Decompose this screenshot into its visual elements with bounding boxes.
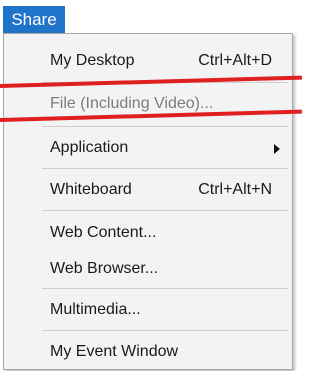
share-menu-button[interactable]: Share [3,6,65,33]
menu-item-whiteboard[interactable]: Whiteboard Ctrl+Alt+N [4,173,292,207]
menu-item-label: Web Content... [50,224,157,241]
menu-item-label: Multimedia... [50,301,141,318]
menu-item-label: Application [50,139,129,156]
menu-item-shortcut: Ctrl+Alt+D [198,52,272,69]
menu-item-label: Whiteboard [50,181,132,198]
menu-item-my-desktop[interactable]: My Desktop Ctrl+Alt+D [4,44,292,78]
menu-separator [42,330,288,331]
menu-item-label: Web Browser... [50,260,159,277]
menu-separator [42,210,288,211]
menu-item-application[interactable]: Application [4,131,292,165]
menu-separator [42,168,288,169]
menu-item-shortcut: Ctrl+Alt+N [198,181,272,198]
share-menu-label: Share [11,10,57,29]
menu-item-label: My Desktop [50,52,135,69]
menu-item-web-content[interactable]: Web Content... [4,216,292,250]
menu-item-label: My Event Window [50,343,179,360]
submenu-arrow-icon [274,144,280,154]
menu-item-multimedia[interactable]: Multimedia... [4,293,292,327]
menu-separator [42,126,288,127]
menu-separator [42,288,288,289]
menu-item-my-event-window[interactable]: My Event Window [4,335,292,369]
menu-item-web-browser[interactable]: Web Browser... [4,252,292,286]
